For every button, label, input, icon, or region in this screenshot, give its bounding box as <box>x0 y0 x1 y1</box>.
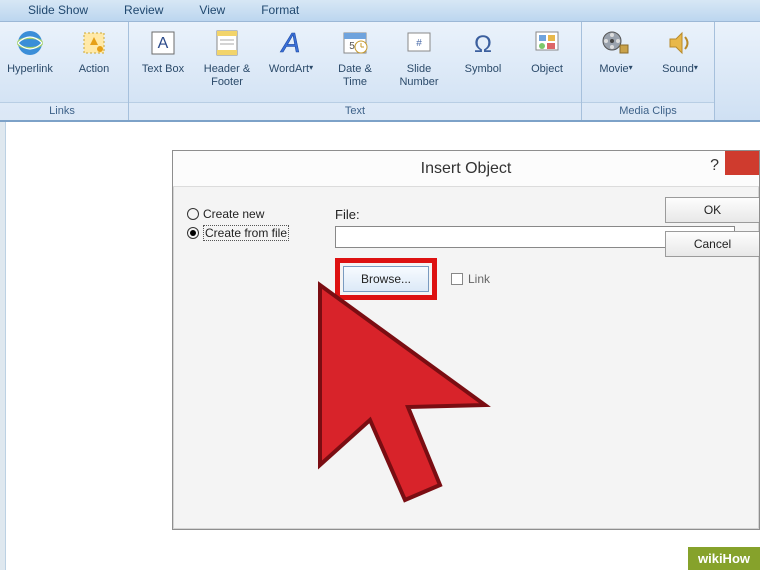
dropdown-icon: ▾ <box>629 63 633 72</box>
symbol-button[interactable]: Ω Symbol <box>455 26 511 89</box>
dropdown-icon: ▾ <box>694 63 698 72</box>
svg-text:#: # <box>416 38 422 49</box>
tab-format[interactable]: Format <box>243 0 317 21</box>
omega-icon: Ω <box>466 26 500 60</box>
film-icon <box>599 26 633 60</box>
tab-review[interactable]: Review <box>106 0 181 21</box>
header-footer-icon <box>210 26 244 60</box>
ribbon-tabs: Slide Show Review View Format <box>0 0 760 22</box>
svg-text:A: A <box>280 27 301 58</box>
ok-button[interactable]: OK <box>665 197 759 223</box>
group-links-title: Links <box>0 102 128 120</box>
cancel-button[interactable]: Cancel <box>665 231 759 257</box>
textbox-button[interactable]: A Text Box <box>135 26 191 89</box>
close-button[interactable] <box>725 151 759 175</box>
radio-create-new[interactable]: Create new <box>187 207 327 221</box>
globe-icon <box>13 26 47 60</box>
slidenumber-icon: # <box>402 26 436 60</box>
header-footer-button[interactable]: Header & Footer <box>199 26 255 89</box>
help-button[interactable]: ? <box>710 157 719 175</box>
action-button[interactable]: Action <box>66 26 122 89</box>
ribbon: Hyperlink Action Links A Text Box Header… <box>0 22 760 122</box>
svg-text:A: A <box>158 35 169 52</box>
dropdown-icon: ▾ <box>309 63 313 72</box>
datetime-button[interactable]: 5 Date & Time <box>327 26 383 89</box>
hyperlink-button[interactable]: Hyperlink <box>2 26 58 89</box>
radio-create-from-file[interactable]: Create from file <box>187 225 327 241</box>
svg-text:Ω: Ω <box>474 31 492 58</box>
group-text-title: Text <box>129 102 581 120</box>
dialog-title: Insert Object ? <box>173 151 759 187</box>
slide-panel-edge <box>0 122 6 570</box>
speaker-icon <box>663 26 697 60</box>
object-button[interactable]: Object <box>519 26 575 89</box>
tab-slideshow[interactable]: Slide Show <box>10 0 106 21</box>
tab-view[interactable]: View <box>181 0 243 21</box>
wordart-icon: A <box>274 26 308 60</box>
wikihow-badge: wikiHow <box>688 547 760 570</box>
object-icon <box>530 26 564 60</box>
group-media-title: Media Clips <box>582 102 714 120</box>
action-icon <box>77 26 111 60</box>
movie-button[interactable]: Movie▾ <box>588 26 644 89</box>
slidenumber-button[interactable]: # Slide Number <box>391 26 447 89</box>
sound-button[interactable]: Sound▾ <box>652 26 708 89</box>
annotation-cursor-icon <box>290 275 530 535</box>
group-media: Movie▾ Sound▾ Media Clips <box>582 22 715 120</box>
group-text: A Text Box Header & Footer A WordArt▾ 5 … <box>129 22 582 120</box>
calendar-icon: 5 <box>338 26 372 60</box>
wordart-button[interactable]: A WordArt▾ <box>263 26 319 89</box>
svg-text:5: 5 <box>349 41 355 52</box>
textbox-icon: A <box>146 26 180 60</box>
group-links: Hyperlink Action Links <box>0 22 129 120</box>
